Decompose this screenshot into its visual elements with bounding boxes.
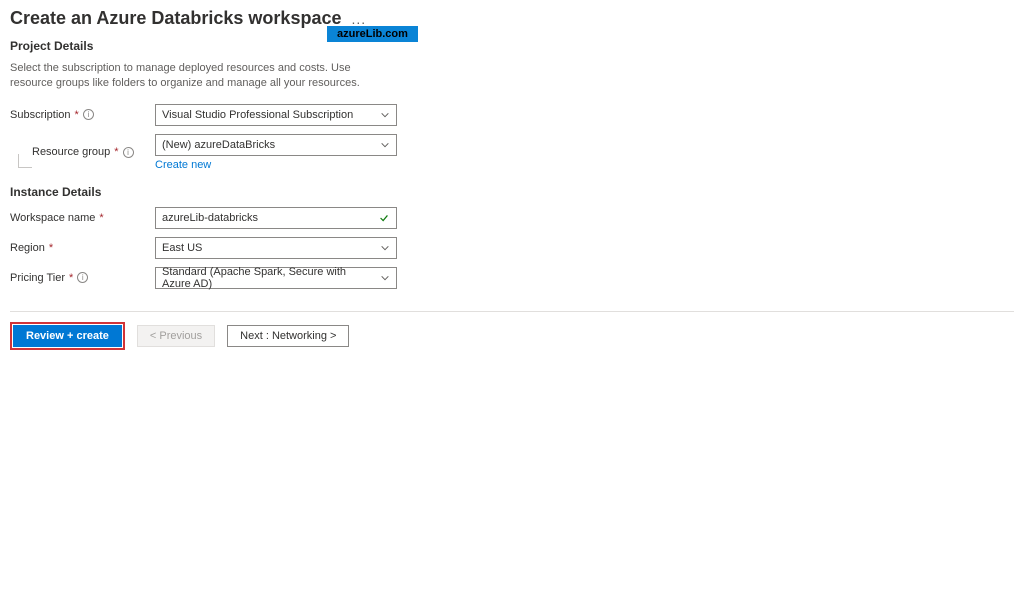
info-icon[interactable]: i: [77, 272, 88, 283]
subscription-select[interactable]: Visual Studio Professional Subscription: [155, 104, 397, 126]
pricing-tier-label: Pricing Tier * i: [10, 272, 155, 284]
required-indicator: *: [69, 272, 73, 284]
footer-bar: Review + create < Previous Next : Networ…: [10, 322, 1014, 350]
footer-divider: [10, 311, 1014, 312]
next-button[interactable]: Next : Networking >: [227, 325, 349, 347]
page-title: Create an Azure Databricks workspace: [10, 8, 341, 29]
info-icon[interactable]: i: [83, 109, 94, 120]
resource-group-value: (New) azureDataBricks: [162, 139, 275, 151]
required-indicator: *: [49, 242, 53, 254]
workspace-name-row: Workspace name * azureLib-databricks: [10, 207, 400, 229]
required-indicator: *: [75, 109, 79, 121]
pricing-tier-row: Pricing Tier * i Standard (Apache Spark,…: [10, 267, 400, 289]
project-details-description: Select the subscription to manage deploy…: [10, 61, 380, 92]
subscription-label-text: Subscription: [10, 109, 71, 121]
workspace-name-label-text: Workspace name: [10, 212, 95, 224]
instance-details-heading: Instance Details: [10, 185, 400, 199]
region-label: Region *: [10, 242, 155, 254]
chevron-down-icon: [380, 110, 390, 120]
subscription-label: Subscription * i: [10, 109, 155, 121]
subscription-value: Visual Studio Professional Subscription: [162, 109, 353, 121]
resource-group-label-text: Resource group: [32, 146, 110, 158]
workspace-name-value: azureLib-databricks: [162, 212, 258, 224]
create-new-link[interactable]: Create new: [155, 159, 211, 171]
review-create-button[interactable]: Review + create: [13, 325, 122, 347]
workspace-name-label: Workspace name *: [10, 212, 155, 224]
region-select[interactable]: East US: [155, 237, 397, 259]
subscription-row: Subscription * i Visual Studio Professio…: [10, 104, 400, 126]
workspace-name-input[interactable]: azureLib-databricks: [155, 207, 397, 229]
previous-button: < Previous: [137, 325, 215, 347]
region-label-text: Region: [10, 242, 45, 254]
tree-connector: [18, 154, 32, 168]
more-actions-button[interactable]: ...: [351, 11, 366, 27]
chevron-down-icon: [380, 243, 390, 253]
check-icon: [378, 212, 390, 224]
chevron-down-icon: [380, 273, 390, 283]
project-details-heading: Project Details: [10, 39, 400, 53]
region-row: Region * East US: [10, 237, 400, 259]
pricing-tier-select[interactable]: Standard (Apache Spark, Secure with Azur…: [155, 267, 397, 289]
resource-group-select[interactable]: (New) azureDataBricks: [155, 134, 397, 156]
required-indicator: *: [99, 212, 103, 224]
chevron-down-icon: [380, 140, 390, 150]
resource-group-row: Resource group * i (New) azureDataBricks…: [10, 134, 400, 171]
pricing-tier-value: Standard (Apache Spark, Secure with Azur…: [162, 266, 374, 290]
required-indicator: *: [114, 146, 118, 158]
review-create-highlight: Review + create: [10, 322, 125, 350]
pricing-tier-label-text: Pricing Tier: [10, 272, 65, 284]
region-value: East US: [162, 242, 202, 254]
info-icon[interactable]: i: [123, 147, 134, 158]
form-area: Project Details Select the subscription …: [10, 39, 400, 289]
